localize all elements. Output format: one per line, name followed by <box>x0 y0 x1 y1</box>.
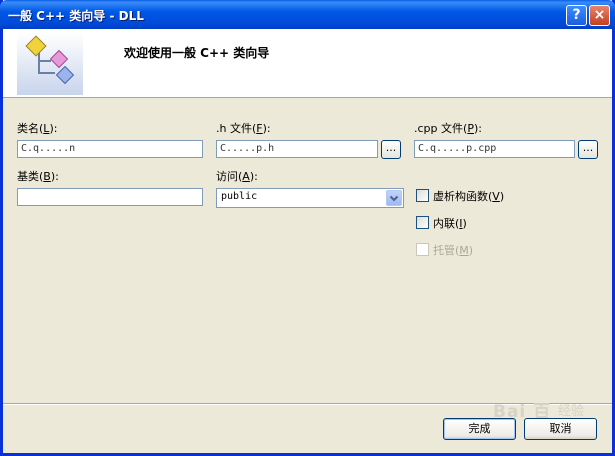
dialog-window: 一般 C++ 类向导 - DLL ? × 欢迎使用一般 C++ 类向导 类名(L… <box>0 0 615 456</box>
access-accel: A <box>242 170 250 183</box>
title-bar[interactable]: 一般 C++ 类向导 - DLL ? × <box>0 0 615 29</box>
cpp-file-label-text: .cpp 文件 <box>414 122 464 135</box>
managed-label: 托管(M) <box>433 244 474 257</box>
cpp-file-input[interactable]: C.q.....p.cpp <box>414 140 575 158</box>
h-file-accel: F <box>256 122 263 135</box>
banner-title: 欢迎使用一般 C++ 类向导 <box>124 46 270 60</box>
wizard-banner: 欢迎使用一般 C++ 类向导 <box>3 29 612 98</box>
virtual-destructor-label-text: 虚析构函数 <box>433 190 488 203</box>
inline-label: 内联(I) <box>433 217 467 230</box>
class-name-label: 类名(L): <box>17 122 58 135</box>
h-file-browse-button[interactable]: ... <box>381 140 401 159</box>
inline-checkbox[interactable] <box>416 216 429 229</box>
base-class-label: 基类(B): <box>17 170 59 183</box>
cpp-file-accel: P <box>467 122 474 135</box>
class-name-input[interactable]: C.q.....n <box>17 140 203 158</box>
virtual-destructor-accel: V <box>492 190 500 203</box>
inline-label-text: 内联 <box>433 217 455 230</box>
dropdown-arrow-button[interactable] <box>386 190 402 206</box>
finish-button[interactable]: 完成 <box>443 418 516 440</box>
class-name-label-text: 类名 <box>17 122 39 135</box>
class-wizard-icon <box>17 33 83 95</box>
h-file-input[interactable]: C.....p.h <box>216 140 378 158</box>
cpp-file-browse-button[interactable]: ... <box>578 140 598 159</box>
access-label-text: 访问 <box>216 170 238 183</box>
inline-accel: I <box>459 217 463 230</box>
close-button[interactable]: × <box>589 5 610 26</box>
managed-label-text: 托管 <box>433 244 455 257</box>
virtual-destructor-label: 虚析构函数(V) <box>433 190 505 203</box>
window-title: 一般 C++ 类向导 - DLL <box>8 9 144 23</box>
managed-checkbox <box>416 243 429 256</box>
managed-accel: M <box>459 244 469 257</box>
virtual-destructor-checkbox[interactable] <box>416 189 429 202</box>
cancel-button[interactable]: 取消 <box>524 418 597 440</box>
class-name-accel: L <box>43 122 50 135</box>
base-class-input[interactable] <box>17 188 203 206</box>
access-label: 访问(A): <box>216 170 258 183</box>
base-class-label-text: 基类 <box>17 170 39 183</box>
cpp-file-label: .cpp 文件(P): <box>414 122 482 135</box>
watermark-sub: 经验 <box>558 404 585 419</box>
chevron-down-icon <box>389 195 399 202</box>
h-file-label-text: .h 文件 <box>216 122 252 135</box>
access-dropdown[interactable]: public <box>216 188 404 208</box>
access-selected-value: public <box>221 191 258 202</box>
h-file-label: .h 文件(F): <box>216 122 271 135</box>
help-button[interactable]: ? <box>566 5 587 26</box>
base-class-accel: B <box>43 170 51 183</box>
watermark: Bai 百 经验 <box>473 397 608 422</box>
